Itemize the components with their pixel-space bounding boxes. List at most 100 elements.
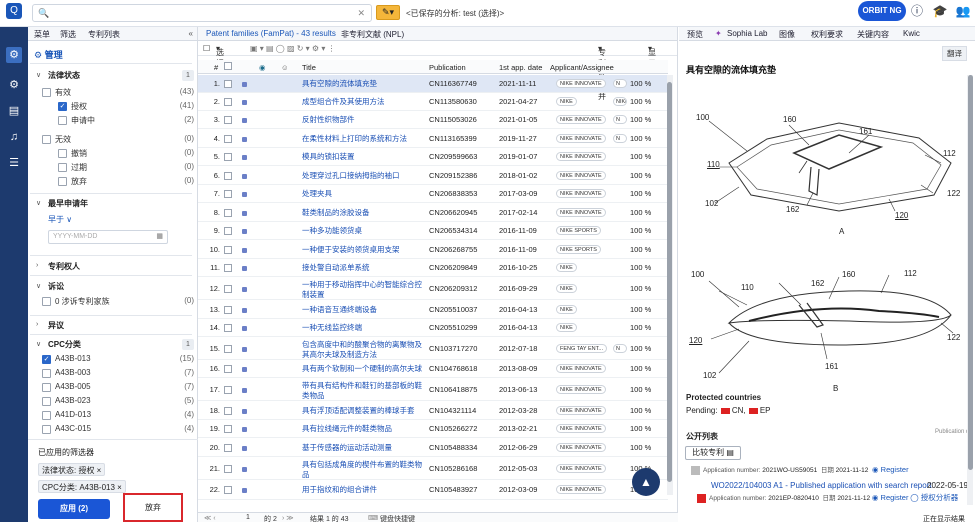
pager-next-icons[interactable]: › ≫	[282, 514, 294, 522]
chevron-down-icon[interactable]: ∨	[36, 282, 41, 290]
table-row[interactable]: 5. 模具的锁扣装置 CN209599663 2019-01-07 NIKE INNOV…	[198, 148, 668, 166]
facet-option[interactable]: 撤销 (0)	[58, 148, 194, 160]
compare-patents-button[interactable]: 比较专利 ▤	[685, 446, 741, 460]
tab-claims[interactable]: 权利要求	[811, 29, 843, 40]
chevron-down-icon[interactable]: ∨	[36, 71, 41, 79]
assignee-tag[interactable]: N	[613, 79, 627, 88]
checkbox[interactable]	[42, 135, 51, 144]
table-row[interactable]: 9. 一种多功能领货桌 CN206534314 2016-11-09 NIKE SPOR…	[198, 222, 668, 240]
table-row[interactable]: 21. 具有包括成角度的楔件布置的鞋类物品 CN105286168 2012-05-0…	[198, 457, 668, 480]
facet-title[interactable]: 法律状态	[48, 70, 80, 81]
row-title-link[interactable]: 一种语音互通终端设备	[302, 305, 427, 315]
table-row[interactable]: 22. 用于指纹和的组合讲件 CN105483927 2012-03-09 NIKE I…	[198, 480, 668, 500]
table-row[interactable]: 11. 接处警自动派单系统 CN206209849 2016-10-25 NIKE 100…	[198, 259, 668, 277]
col-number[interactable]: #	[214, 63, 218, 72]
facet-option[interactable]: ✓ A43B-013 (15)	[42, 354, 194, 366]
row-title-link[interactable]: 成型组合件及其使用方法	[302, 97, 427, 107]
header-checkbox[interactable]	[224, 62, 232, 70]
row-checkbox[interactable]	[224, 246, 232, 254]
row-checkbox[interactable]	[224, 486, 232, 494]
publication-link[interactable]: WO2022/104003 A1 - Published application…	[711, 481, 932, 490]
table-row[interactable]: 19. 具有拉线绳元件的鞋类物品 CN105266272 2013-02-21 NIKE…	[198, 420, 668, 438]
display-dropdown[interactable]: 显示 ▾	[648, 44, 656, 68]
tab-filter[interactable]: 筛选	[60, 29, 76, 40]
register-link[interactable]: ◉ Register	[872, 493, 909, 502]
table-row[interactable]: 4. 在柔性材料上打印的系统和方法 CN113165399 2019-11-27 NIK…	[198, 129, 668, 148]
checkbox[interactable]	[58, 149, 67, 158]
col-publication[interactable]: Publication	[429, 63, 466, 72]
row-checkbox[interactable]	[224, 153, 232, 161]
saved-analysis-link[interactable]: <已保存的分析: test (选择)>	[406, 8, 504, 19]
translate-button[interactable]: 翻译	[942, 46, 967, 61]
row-checkbox[interactable]	[224, 407, 232, 415]
row-checkbox[interactable]	[224, 190, 232, 198]
row-checkbox[interactable]	[224, 345, 232, 353]
table-row[interactable]: 10. 一种便于安装的领货桌用支架 CN206268755 2016-11-09 NIK…	[198, 240, 668, 259]
row-checkbox[interactable]	[224, 172, 232, 180]
chevron-right-icon[interactable]: ›	[36, 262, 38, 269]
row-title-link[interactable]: 处理穿过孔口接纳拇指的袖口	[302, 171, 427, 181]
row-title-link[interactable]: 包含高度中和的酸聚合物的离聚物及其高尔夫球及制造方法	[302, 340, 427, 360]
row-title-link[interactable]: 一种无线监控终端	[302, 323, 427, 333]
row-title-link[interactable]: 带有具有结构件和鞋钉的基部板的鞋类物品	[302, 381, 427, 401]
facet-title[interactable]: 异议	[48, 320, 64, 331]
toolbar-icons[interactable]: ▣ ▾ ▤ ◯ ▨ ↻ ▾ ⚙ ▾ ⋮	[250, 44, 336, 53]
facet-option[interactable]: A43B-023 (5)	[42, 396, 194, 408]
table-row[interactable]: 3. 反射性织物部件 CN115053026 2021-01-05 NIKE INNOV…	[198, 111, 668, 129]
report-icon[interactable]: ☰	[6, 155, 22, 171]
row-title-link[interactable]: 一种便于安装的领货桌用支架	[302, 245, 427, 255]
assignee-tag[interactable]: NIKE INNOVATE	[556, 443, 606, 452]
collapse-panel-button[interactable]: «	[189, 29, 193, 38]
row-title-link[interactable]: 用于指纹和的组合讲件	[302, 485, 427, 495]
assignee-tag[interactable]: NIKE INNOVATE	[556, 485, 606, 494]
row-title-link[interactable]: 具有两个软制和一个硬制的高尔夫球	[302, 364, 427, 374]
chevron-down-icon[interactable]: ∨	[36, 340, 41, 348]
facet-option[interactable]: A43B-005 (7)	[42, 382, 194, 394]
tab-preview[interactable]: 预览	[687, 29, 703, 40]
row-title-link[interactable]: 具有包括成角度的楔件布置的鞋类物品	[302, 460, 427, 480]
row-checkbox[interactable]	[224, 324, 232, 332]
assignee-tag[interactable]: NIKE INNOVATE	[556, 189, 606, 198]
table-row[interactable]: 2. 成型组合件及其使用方法 CN113580630 2021-04-27 NIKE NI…	[198, 93, 668, 111]
chevron-right-icon[interactable]: ›	[36, 321, 38, 328]
checkbox-checked[interactable]: ✓	[58, 102, 67, 111]
row-checkbox[interactable]	[224, 386, 232, 394]
manage-link[interactable]: ⚙ 管理	[34, 48, 63, 61]
col-title[interactable]: Title	[302, 63, 316, 72]
assignee-tag[interactable]: NIKE INNOVATE	[556, 134, 606, 143]
settings-icon[interactable]: ⚙	[6, 77, 22, 93]
checkbox[interactable]	[42, 397, 51, 406]
user-menu-button[interactable]: ORBIT NG	[858, 1, 906, 21]
row-title-link[interactable]: 反射性织物部件	[302, 115, 427, 125]
checkbox-checked[interactable]: ✓	[42, 355, 51, 364]
edit-query-button[interactable]: ✎▾	[376, 5, 400, 20]
assignee-tag[interactable]: NIKE SPORTS	[556, 245, 601, 254]
assignee-tag[interactable]: NIKE INNOVATE	[556, 464, 606, 473]
tab-kwic[interactable]: Kwic	[903, 29, 920, 38]
row-checkbox[interactable]	[224, 264, 232, 272]
facet-option[interactable]: 申请中 (2)	[58, 115, 194, 127]
assignee-tag[interactable]: NIKE INNOVATE	[556, 385, 606, 394]
facet-option[interactable]: A41D-013 (4)	[42, 410, 194, 422]
checkbox[interactable]	[42, 297, 51, 306]
facet-option[interactable]: 无效 (0)	[42, 134, 194, 146]
table-row[interactable]: 1. 具有空隙的流体填充垫 CN116367749 2021-11-11 NIKE IN…	[198, 75, 668, 93]
pager-nav-icons[interactable]: ≪ ‹	[204, 514, 216, 522]
date-mode-select[interactable]: 早于 ∨	[48, 214, 72, 225]
col-date[interactable]: 1st app. date	[499, 63, 542, 72]
row-title-link[interactable]: 接处警自动派单系统	[302, 263, 427, 273]
row-title-link[interactable]: 鞋类制品的涂胶设备	[302, 208, 427, 218]
row-title-link[interactable]: 一种用于移动指挥中心的智能综合控制装置	[302, 280, 427, 300]
assignee-tag[interactable]: NIKE	[556, 323, 577, 332]
clear-search-icon[interactable]: ✕	[357, 8, 365, 19]
row-title-link[interactable]: 在柔性材料上打印的系统和方法	[302, 134, 427, 144]
select-dropdown[interactable]: 选择 ▾	[216, 44, 224, 68]
assignee-tag[interactable]: NIKE	[556, 305, 577, 314]
row-checkbox[interactable]	[224, 465, 232, 473]
tab-menu[interactable]: 菜单	[34, 29, 50, 40]
calendar-icon[interactable]: ▦	[156, 232, 163, 240]
register-link[interactable]: ◉ Register	[872, 465, 909, 474]
table-row[interactable]: 12. 一种用于移动指挥中心的智能综合控制装置 CN206209312 2016-09…	[198, 277, 668, 300]
table-row[interactable]: 7. 处理夹具 CN206838353 2017-03-09 NIKE INNOVATE…	[198, 185, 668, 203]
row-title-link[interactable]: 具有浮顶适配调整装置的棒球手套	[302, 406, 427, 416]
